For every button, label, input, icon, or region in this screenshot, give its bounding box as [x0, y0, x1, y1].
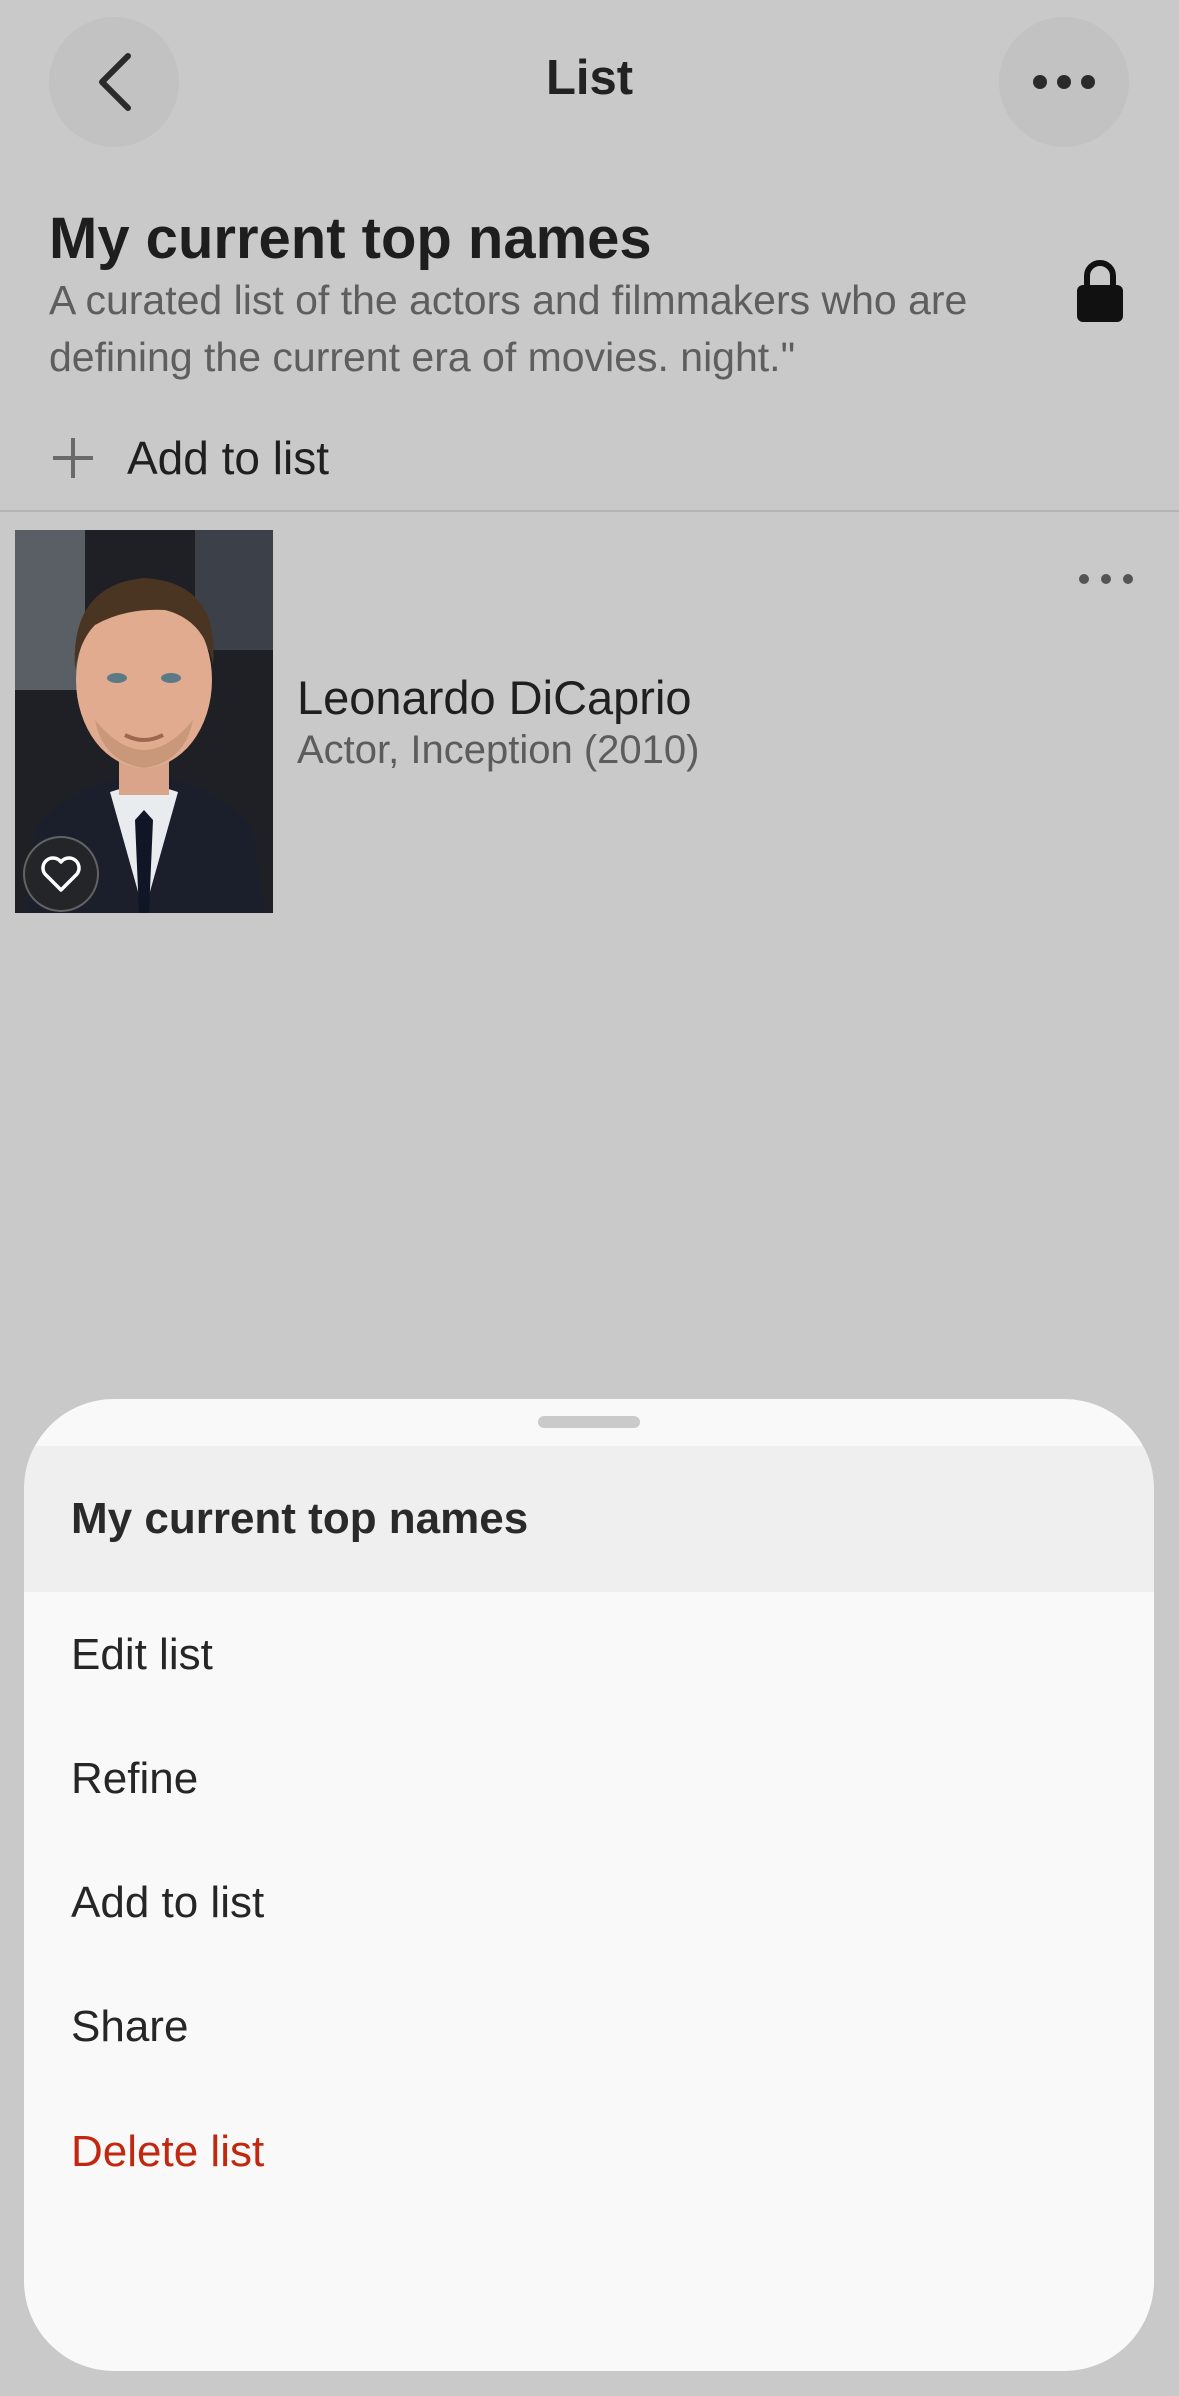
more-horizontal-icon[interactable] — [1076, 564, 1136, 594]
sheet-header: My current top names — [24, 1446, 1154, 1592]
menu-item-delete-list[interactable]: Delete list — [71, 2127, 264, 2177]
plus-icon — [53, 438, 93, 478]
favorite-button[interactable] — [23, 836, 99, 912]
sheet-title: My current top names — [71, 1494, 529, 1543]
more-options-button[interactable] — [999, 17, 1129, 147]
list-title: My current top names — [49, 206, 652, 271]
menu-item-share[interactable]: Share — [71, 2002, 188, 2052]
list-description: A curated list of the actors and filmmak… — [49, 277, 968, 380]
item-name: Leonardo DiCaprio — [297, 671, 692, 724]
item-subtitle: Actor, Inception (2010) — [297, 728, 700, 772]
menu-item-add-to-list[interactable]: Add to list — [71, 1878, 264, 1928]
list-item[interactable]: Leonardo DiCaprio Actor, Inception (2010… — [0, 512, 1179, 922]
menu-item-edit-list[interactable]: Edit list — [71, 1630, 213, 1680]
lock-icon — [1077, 260, 1123, 322]
top-bar: List — [0, 0, 1179, 170]
add-to-list-label: Add to list — [127, 432, 329, 484]
sheet-drag-handle[interactable] — [538, 1416, 640, 1428]
more-horizontal-icon — [1033, 75, 1095, 89]
heart-outline-icon — [41, 856, 81, 892]
menu-item-refine[interactable]: Refine — [71, 1754, 198, 1804]
add-to-list-button[interactable]: Add to list — [49, 428, 329, 488]
action-sheet: My current top names Edit list Refine Ad… — [24, 1399, 1154, 2371]
person-photo — [15, 530, 273, 913]
